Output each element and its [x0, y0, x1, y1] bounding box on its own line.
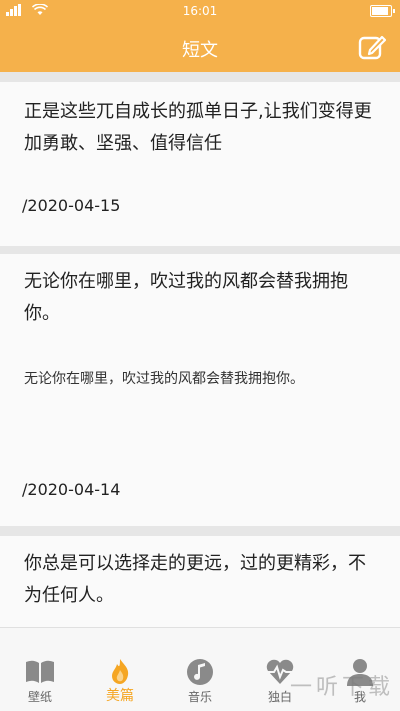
article-title: 你总是可以选择走的更远，过的更精彩，不为任何人。 — [24, 553, 366, 606]
status-right — [370, 5, 395, 17]
article-card[interactable]: 你总是可以选择走的更远，过的更精彩，不为任何人。 — [0, 536, 400, 627]
article-card[interactable]: 无论你在哪里，吹过我的风都会替我拥抱你。 无论你在哪里，吹过我的风都会替我拥抱你… — [0, 254, 400, 526]
tab-label: 壁纸 — [27, 690, 52, 704]
watermark: 一听下载 — [289, 675, 394, 700]
book-icon — [26, 660, 54, 683]
tab-articles[interactable]: 美篇 — [80, 628, 160, 711]
article-list[interactable]: 正是这些兀自成长的孤单日子,让我们变得更加勇敢、坚强、值得信任 /2020-04… — [0, 82, 400, 627]
page-title: 短文 — [182, 40, 218, 61]
nav-bar: 短文 — [0, 24, 400, 72]
tab-label: 音乐 — [187, 690, 212, 704]
article-date: /2020-04-15 — [22, 196, 121, 215]
flame-icon — [112, 659, 129, 684]
article-title: 正是这些兀自成长的孤单日子,让我们变得更加勇敢、坚强、值得信任 — [24, 101, 372, 154]
article-card[interactable]: 正是这些兀自成长的孤单日子,让我们变得更加勇敢、坚强、值得信任 /2020-04… — [0, 82, 400, 246]
tab-music[interactable]: 音乐 — [160, 628, 240, 711]
status-bar: 16:01 — [0, 0, 400, 24]
article-body: 无论你在哪里，吹过我的风都会替我拥抱你。 — [24, 371, 304, 387]
battery-icon — [370, 5, 395, 17]
article-title: 无论你在哪里，吹过我的风都会替我拥抱你。 — [24, 271, 348, 324]
status-time: 16:01 — [182, 4, 218, 18]
music-note-icon — [187, 659, 213, 685]
edit-icon[interactable] — [358, 34, 386, 62]
tab-label: 美篇 — [106, 688, 134, 704]
tab-wallpaper[interactable]: 壁纸 — [0, 628, 80, 711]
article-date: /2020-04-14 — [22, 480, 121, 499]
